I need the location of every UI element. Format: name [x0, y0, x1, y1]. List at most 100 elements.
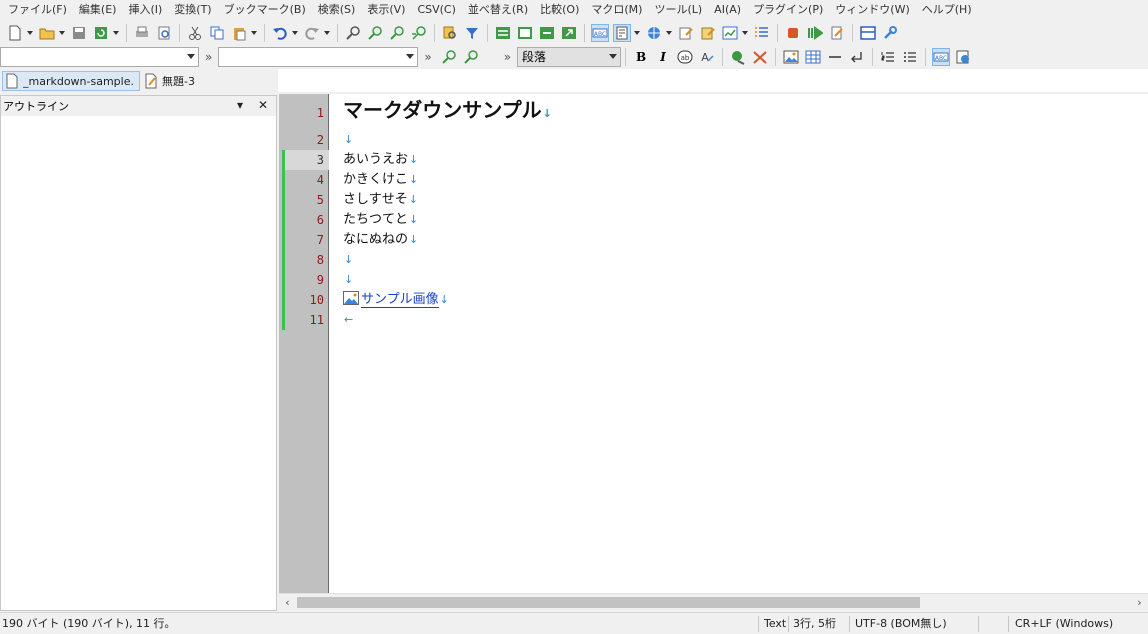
- chart-icon[interactable]: [721, 24, 739, 42]
- find-next-icon[interactable]: [366, 24, 384, 42]
- word-wrap-icon[interactable]: [613, 24, 631, 42]
- menu-help[interactable]: ヘルプ(H): [916, 0, 978, 20]
- numbered-list-icon[interactable]: [879, 48, 897, 66]
- open-folder-icon[interactable]: [38, 24, 56, 42]
- highlight-clear-icon[interactable]: [462, 48, 480, 66]
- menu-ai[interactable]: AI(A): [708, 0, 747, 20]
- undo-dropdown[interactable]: [291, 24, 299, 42]
- scrollbar-thumb[interactable]: [297, 597, 920, 608]
- find-prev-icon[interactable]: [388, 24, 406, 42]
- horizontal-rule-icon[interactable]: [826, 48, 844, 66]
- print-preview-icon[interactable]: [155, 24, 173, 42]
- menu-view[interactable]: 表示(V): [361, 0, 411, 20]
- horizontal-scrollbar[interactable]: ‹ ›: [279, 593, 1148, 610]
- menu-bookmark[interactable]: ブックマーク(B): [218, 0, 312, 20]
- spell-check-icon[interactable]: ABC: [591, 24, 609, 42]
- menu-macro[interactable]: マクロ(M): [585, 0, 648, 20]
- bullet-list-icon[interactable]: [901, 48, 919, 66]
- menu-search[interactable]: 検索(S): [312, 0, 362, 20]
- menu-tools[interactable]: ツール(L): [648, 0, 708, 20]
- editor-area[interactable]: 1 2 3 4 5 6 7 8 9 10 11 マークダウンサンプル↓ ↓ あい…: [279, 94, 1148, 593]
- toolbar-chevron[interactable]: »: [205, 50, 212, 64]
- save-all-icon[interactable]: [92, 24, 110, 42]
- copy-icon[interactable]: [208, 24, 226, 42]
- run-macro-icon[interactable]: [806, 24, 824, 42]
- status-cursor-position[interactable]: 3行, 5桁: [793, 613, 836, 634]
- menu-convert[interactable]: 変換(T): [168, 0, 217, 20]
- replace-icon[interactable]: [410, 24, 428, 42]
- insert-link-icon[interactable]: [729, 48, 747, 66]
- toolbar-chevron[interactable]: »: [504, 50, 511, 64]
- cut-icon[interactable]: [186, 24, 204, 42]
- toolbar-chevron[interactable]: »: [424, 50, 431, 64]
- paste-dropdown[interactable]: [250, 24, 258, 42]
- save-icon[interactable]: [70, 24, 88, 42]
- save-dropdown[interactable]: [112, 24, 120, 42]
- insert-table-icon[interactable]: [804, 48, 822, 66]
- image-link[interactable]: サンプル画像: [361, 292, 439, 308]
- status-mode[interactable]: Text: [764, 613, 786, 634]
- outline-close-icon[interactable]: ✕: [258, 98, 268, 112]
- outline-pin-icon[interactable]: ▾: [237, 98, 243, 112]
- open-dropdown[interactable]: [58, 24, 66, 42]
- highlight-icon[interactable]: [440, 48, 458, 66]
- scroll-right-icon[interactable]: ›: [1131, 594, 1148, 611]
- settings-wrench-icon[interactable]: [881, 24, 899, 42]
- edit-macro-icon[interactable]: [828, 24, 846, 42]
- chart-dropdown[interactable]: [741, 24, 749, 42]
- sync-scroll-icon[interactable]: [538, 24, 556, 42]
- menu-plugins[interactable]: プラグイン(P): [747, 0, 829, 20]
- undo-icon[interactable]: [271, 24, 289, 42]
- menu-window[interactable]: ウィンドウ(W): [829, 0, 915, 20]
- editor-line: ↓: [343, 130, 353, 150]
- menu-file[interactable]: ファイル(F): [2, 0, 73, 20]
- redo-dropdown[interactable]: [323, 24, 331, 42]
- compare-icon[interactable]: [516, 24, 534, 42]
- scroll-left-icon[interactable]: ‹: [279, 594, 296, 611]
- preview-icon[interactable]: [954, 48, 972, 66]
- line-break-icon[interactable]: [848, 48, 866, 66]
- redo-icon[interactable]: [303, 24, 321, 42]
- line-text: さしすせそ: [343, 192, 408, 207]
- paste-icon[interactable]: [230, 24, 248, 42]
- filter-icon[interactable]: [463, 24, 481, 42]
- bold-button[interactable]: B: [632, 50, 650, 64]
- find-in-files-icon[interactable]: [441, 24, 459, 42]
- paragraph-style-combo[interactable]: 段落: [517, 47, 622, 67]
- stop-macro-icon[interactable]: [784, 24, 802, 42]
- status-newline[interactable]: CR+LF (Windows): [1015, 613, 1113, 634]
- menu-sort[interactable]: 並べ替え(R): [462, 0, 534, 20]
- menu-insert[interactable]: 挿入(I): [122, 0, 168, 20]
- new-file-dropdown[interactable]: [26, 24, 34, 42]
- toolbar-separator: [722, 48, 724, 66]
- edit-note-icon[interactable]: [677, 24, 695, 42]
- line-number: 11: [309, 313, 324, 327]
- web-preview-dropdown[interactable]: [665, 24, 673, 42]
- new-file-icon[interactable]: [6, 24, 24, 42]
- tab-markdown-sample[interactable]: _markdown-sample.: [2, 71, 140, 91]
- inline-code-icon[interactable]: ab: [676, 48, 694, 66]
- eol-mark: ↓: [408, 193, 418, 206]
- markdown-mode-icon[interactable]: ABC: [932, 48, 951, 66]
- find-icon[interactable]: [344, 24, 362, 42]
- eol-mark: ↓: [344, 253, 354, 266]
- print-icon[interactable]: [133, 24, 151, 42]
- notes-icon[interactable]: [699, 24, 717, 42]
- menu-edit[interactable]: 編集(E): [73, 0, 123, 20]
- insert-image-icon[interactable]: [782, 48, 800, 66]
- italic-button[interactable]: I: [654, 50, 672, 64]
- next-window-icon[interactable]: [560, 24, 578, 42]
- font-size-combo[interactable]: [218, 47, 419, 67]
- font-style-icon[interactable]: A: [698, 48, 716, 66]
- font-name-combo[interactable]: [0, 47, 199, 67]
- word-wrap-dropdown[interactable]: [633, 24, 641, 42]
- split-window-icon[interactable]: [494, 24, 512, 42]
- menu-compare[interactable]: 比較(O): [534, 0, 585, 20]
- list-format-icon[interactable]: [753, 24, 771, 42]
- web-preview-icon[interactable]: [645, 24, 663, 42]
- tab-untitled-3[interactable]: 無題-3: [142, 71, 222, 91]
- remove-link-icon[interactable]: [751, 48, 769, 66]
- status-encoding[interactable]: UTF-8 (BOM無し): [855, 613, 947, 634]
- window-layout-icon[interactable]: [859, 24, 877, 42]
- menu-csv[interactable]: CSV(C): [411, 0, 461, 20]
